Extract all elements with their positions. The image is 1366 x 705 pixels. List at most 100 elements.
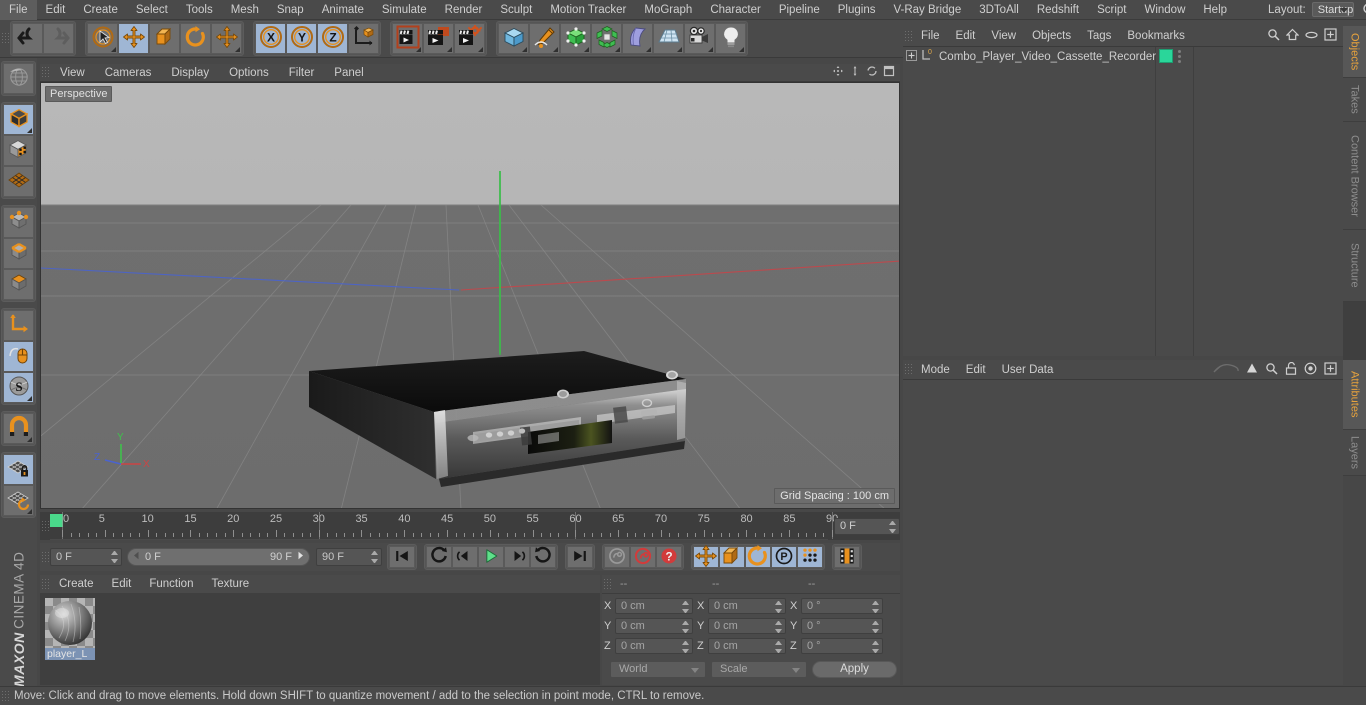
expand-corner-icon[interactable] (553, 47, 558, 52)
add-generator-button[interactable] (560, 23, 591, 54)
maximize-view-icon[interactable] (883, 65, 895, 80)
rotation-z-stepper[interactable] (872, 641, 879, 653)
size-x-field[interactable]: 0 cm (708, 598, 786, 614)
size-x-stepper[interactable] (775, 601, 782, 613)
viewport-menu-item-view[interactable]: View (50, 64, 95, 82)
menu-item-sculpt[interactable]: Sculpt (491, 0, 541, 20)
expand-corner-icon[interactable] (708, 47, 713, 52)
material-tag-icon[interactable] (1159, 49, 1173, 63)
coordinates-grip[interactable] (602, 577, 612, 591)
current-frame-field[interactable]: 0 F (834, 517, 900, 535)
texture-mode-button[interactable] (3, 135, 34, 166)
menu-item-create[interactable]: Create (74, 0, 127, 20)
menu-item-script[interactable]: Script (1088, 0, 1135, 20)
object-axis-mode-button[interactable] (3, 310, 34, 341)
material-grip[interactable] (40, 577, 50, 591)
material-menu-item-edit[interactable]: Edit (103, 575, 141, 593)
polygons-mode-button[interactable] (3, 269, 34, 300)
attribute-menu-item-user-data[interactable]: User Data (994, 360, 1062, 380)
dock-tab-content-browser[interactable]: Content Browser (1343, 122, 1366, 230)
record-active-objects-button[interactable] (604, 546, 630, 568)
expand-corner-icon[interactable] (646, 47, 651, 52)
timeline-start-stepper[interactable] (111, 551, 118, 563)
lock-z-axis-button[interactable]: Z (317, 23, 348, 54)
material-menu-item-texture[interactable]: Texture (202, 575, 258, 593)
rotation-x-field[interactable]: 0 ° (801, 598, 883, 614)
timeline-end-field[interactable]: 90 F (316, 548, 382, 566)
parameter-key-button[interactable]: P (771, 546, 797, 568)
timeline-ruler[interactable]: 051015202530354045505560657075808590 (50, 512, 838, 540)
add-deformer-button[interactable] (622, 23, 653, 54)
edges-mode-button[interactable] (3, 238, 34, 269)
viewport-menu-item-filter[interactable]: Filter (279, 64, 325, 82)
search-icon[interactable] (1361, 1, 1366, 19)
menu-item-snap[interactable]: Snap (268, 0, 313, 20)
transport-grip[interactable] (40, 550, 50, 564)
scale-key-button[interactable] (719, 546, 745, 568)
material-item[interactable]: player_L (45, 598, 95, 660)
home-icon[interactable] (1285, 28, 1300, 44)
menu-item-file[interactable]: File (0, 0, 37, 20)
viewport-menu-item-options[interactable]: Options (219, 64, 279, 82)
enable-axis-modification-button[interactable] (3, 341, 34, 372)
rotation-z-field[interactable]: 0 ° (801, 638, 883, 654)
keyframe-selection-button[interactable]: ? (656, 546, 682, 568)
attribute-manager-grip[interactable] (903, 363, 913, 376)
expand-corner-icon[interactable] (447, 47, 452, 52)
dock-tab-takes[interactable]: Takes (1343, 78, 1366, 122)
add-light-button[interactable] (715, 23, 746, 54)
timeline-start-field[interactable]: 0 F (50, 548, 122, 566)
menu-item-render[interactable]: Render (436, 0, 492, 20)
search-icon[interactable] (1267, 28, 1280, 44)
enable-snapping-button[interactable] (3, 413, 34, 444)
preview-range-slider[interactable]: 0 F 90 F (127, 548, 310, 566)
size-z-field[interactable]: 0 cm (708, 638, 786, 654)
expand-corner-icon[interactable] (27, 437, 32, 442)
rotation-y-field[interactable]: 0 ° (801, 618, 883, 634)
viewport-menu-item-cameras[interactable]: Cameras (95, 64, 162, 82)
autokeying-button[interactable] (630, 546, 656, 568)
planar-workplane-button[interactable] (3, 485, 34, 516)
render-settings-button[interactable] (454, 23, 485, 54)
menu-item-plugins[interactable]: Plugins (829, 0, 885, 20)
menu-item-pipeline[interactable]: Pipeline (770, 0, 829, 20)
object-row[interactable]: 0 Combo_Player_Video_Cassette_Recorder (903, 47, 1343, 66)
add-spline-pen-button[interactable] (529, 23, 560, 54)
add-mograph-button[interactable] (591, 23, 622, 54)
play-button[interactable] (478, 546, 504, 568)
dock-tab-structure[interactable]: Structure (1343, 230, 1366, 302)
position-x-field[interactable]: 0 cm (615, 598, 693, 614)
search-icon[interactable] (1265, 362, 1278, 378)
undo-button[interactable] (12, 23, 43, 54)
make-editable-globe-button[interactable] (3, 63, 34, 94)
dynamic-place-tool[interactable] (211, 23, 242, 54)
go-to-end-button[interactable] (567, 546, 593, 568)
render-to-picture-viewer-button[interactable] (423, 23, 454, 54)
expand-corner-icon[interactable] (27, 128, 32, 133)
attribute-content[interactable] (903, 380, 1343, 684)
rotation-y-stepper[interactable] (872, 621, 879, 633)
size-y-field[interactable]: 0 cm (708, 618, 786, 634)
expand-corner-icon[interactable] (478, 47, 483, 52)
add-camera-button[interactable] (684, 23, 715, 54)
range-right-arrow-icon[interactable] (296, 551, 305, 563)
dock-tab-attributes[interactable]: Attributes (1343, 360, 1366, 430)
menu-item-3dtoall[interactable]: 3DToAll (970, 0, 1028, 20)
uv-mesh-mode-button[interactable] (3, 166, 34, 197)
size-z-stepper[interactable] (775, 641, 782, 653)
go-to-next-frame-button[interactable] (504, 546, 530, 568)
material-list[interactable]: player_L (40, 593, 600, 685)
position-y-stepper[interactable] (682, 621, 689, 633)
menu-item-redshift[interactable]: Redshift (1028, 0, 1088, 20)
world-object-axis-button[interactable] (348, 23, 379, 54)
lock-workplane-button[interactable] (3, 454, 34, 485)
move-tool[interactable] (118, 23, 149, 54)
layout-select[interactable]: Startup (1311, 2, 1355, 17)
curve-icon[interactable] (1213, 362, 1239, 378)
current-frame-stepper[interactable] (889, 520, 896, 533)
soft-selection-button[interactable]: S (3, 372, 34, 403)
range-left-arrow-icon[interactable] (132, 551, 141, 563)
menu-item-select[interactable]: Select (127, 0, 177, 20)
rotate-tool[interactable] (180, 23, 211, 54)
object-manager-grip[interactable] (903, 29, 913, 43)
